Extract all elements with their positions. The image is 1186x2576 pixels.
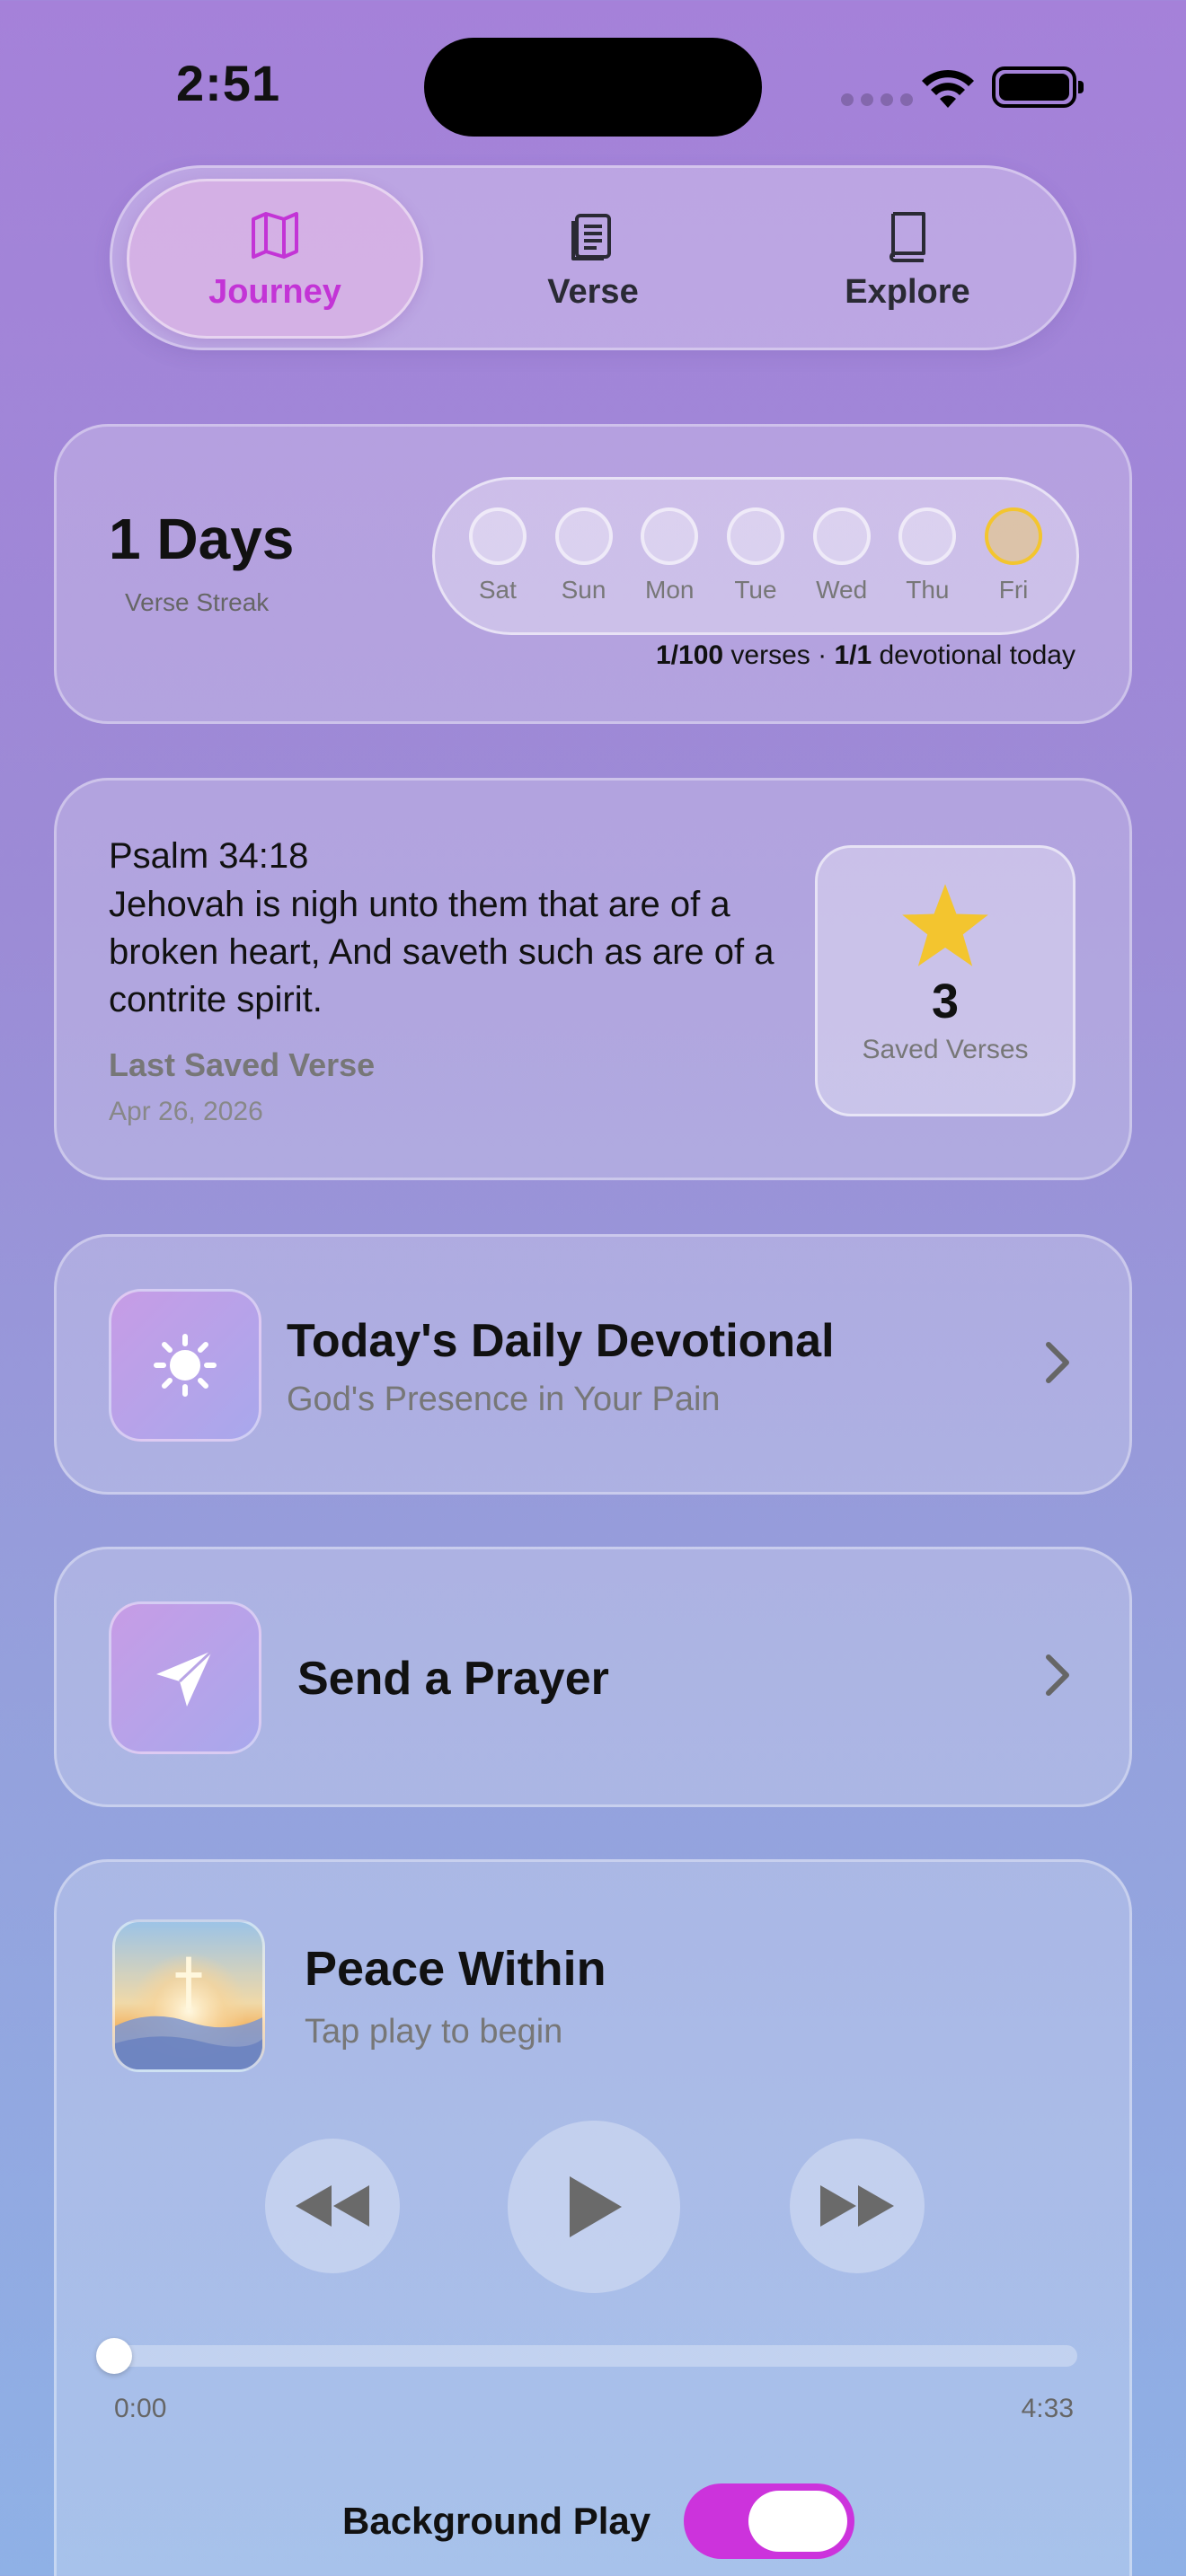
background-play-label: Background Play <box>342 2500 651 2542</box>
day-fri: Fri <box>985 507 1043 604</box>
devotional-word: devotional today <box>872 640 1075 670</box>
current-time: 0:00 <box>114 2394 167 2423</box>
day-name: Sun <box>561 576 606 604</box>
status-time: 2:51 <box>176 55 281 111</box>
day-name: Wed <box>816 576 868 604</box>
sun-icon <box>154 1334 217 1397</box>
daily-devotional-card[interactable]: Today's Daily Devotional God's Presence … <box>54 1234 1132 1495</box>
chevron-right-icon <box>1046 1654 1069 1696</box>
week-tracker: Sat Sun Mon Tue Wed Thu Fri <box>432 477 1079 635</box>
fast-forward-icon <box>820 2185 894 2227</box>
paper-plane-icon <box>156 1649 214 1707</box>
day-name: Sat <box>478 576 517 604</box>
tab-label: Explore <box>845 272 970 311</box>
tab-verse[interactable]: Verse <box>445 179 741 339</box>
devotional-icon-tile <box>109 1289 261 1442</box>
prayer-icon-tile <box>109 1601 261 1754</box>
day-dot <box>898 507 957 565</box>
verse-text: Jehovah is nigh unto them that are of a … <box>109 885 774 1019</box>
chevron-right-icon <box>1046 1342 1069 1383</box>
streak-label: Verse Streak <box>125 588 270 616</box>
track-artwork <box>112 1919 265 2072</box>
tab-label: Journey <box>208 272 341 311</box>
saved-count: 3 <box>931 975 960 1028</box>
star-icon <box>902 884 988 966</box>
devotional-progress: 1/1 <box>834 640 872 670</box>
day-name: Tue <box>734 576 777 604</box>
playback-scrubber[interactable] <box>96 2338 1077 2374</box>
battery-icon <box>992 66 1084 108</box>
fast-forward-button[interactable] <box>790 2139 925 2273</box>
day-mon: Mon <box>641 507 699 604</box>
day-name: Fri <box>998 576 1029 604</box>
top-tab-bar: Journey Verse Explore <box>110 165 1076 350</box>
day-dot <box>468 507 527 565</box>
day-sat: Sat <box>468 507 527 604</box>
tab-journey[interactable]: Journey <box>127 179 423 339</box>
track-title: Peace Within <box>305 1942 606 1996</box>
tab-explore[interactable]: Explore <box>759 179 1056 339</box>
duration: 4:33 <box>1021 2394 1074 2423</box>
day-dot <box>641 507 699 565</box>
day-name: Mon <box>645 576 695 604</box>
day-dot <box>554 507 613 565</box>
play-button[interactable] <box>508 2121 680 2293</box>
rewind-button[interactable] <box>265 2139 400 2273</box>
day-dot <box>726 507 784 565</box>
daily-progress: 1/100 verses · 1/1 devotional today <box>656 640 1075 671</box>
devotional-subtitle: God's Presence in Your Pain <box>287 1381 721 1418</box>
last-saved-label: Last Saved Verse <box>109 1046 376 1083</box>
day-thu: Thu <box>898 507 957 604</box>
day-dot <box>985 507 1043 565</box>
send-prayer-card[interactable]: Send a Prayer <box>54 1547 1132 1807</box>
wifi-icon <box>922 69 974 108</box>
scrubber-knob[interactable] <box>96 2338 132 2374</box>
play-icon <box>570 2176 622 2237</box>
sunrise-cross-artwork <box>115 1939 262 2069</box>
streak-count: 1 Days <box>109 507 295 571</box>
audio-player-card: Peace Within Tap play to begin 0:00 4:33… <box>54 1859 1132 2576</box>
tab-label: Verse <box>547 272 639 311</box>
last-saved-verse-card[interactable]: Psalm 34:18 Jehovah is nigh unto them th… <box>54 778 1132 1180</box>
rewind-icon <box>296 2185 369 2227</box>
verse-reference: Psalm 34:18 <box>109 836 309 876</box>
day-dot <box>812 507 871 565</box>
verses-word: verses · <box>723 640 835 670</box>
document-icon <box>571 213 611 260</box>
verses-progress: 1/100 <box>656 640 724 670</box>
map-icon <box>252 211 298 259</box>
toggle-thumb <box>748 2491 847 2552</box>
day-name: Thu <box>906 576 950 604</box>
streak-card: 1 Days Verse Streak Sat Sun Mon Tue Wed … <box>54 424 1132 724</box>
saved-count-label: Saved Verses <box>862 1035 1029 1064</box>
book-icon <box>890 211 925 262</box>
devotional-title: Today's Daily Devotional <box>287 1315 835 1367</box>
status-bar: 2:51 <box>0 0 1186 180</box>
saved-verses-button[interactable]: 3 Saved Verses <box>815 845 1075 1116</box>
cellular-signal-icon <box>841 93 913 106</box>
dynamic-island <box>424 38 762 137</box>
day-wed: Wed <box>812 507 871 604</box>
track-subtitle: Tap play to begin <box>305 2013 563 2051</box>
verse-date: Apr 26, 2026 <box>109 1097 263 1126</box>
day-tue: Tue <box>726 507 784 604</box>
background-play-toggle[interactable] <box>684 2483 854 2559</box>
prayer-title: Send a Prayer <box>297 1653 609 1705</box>
day-sun: Sun <box>554 507 613 604</box>
